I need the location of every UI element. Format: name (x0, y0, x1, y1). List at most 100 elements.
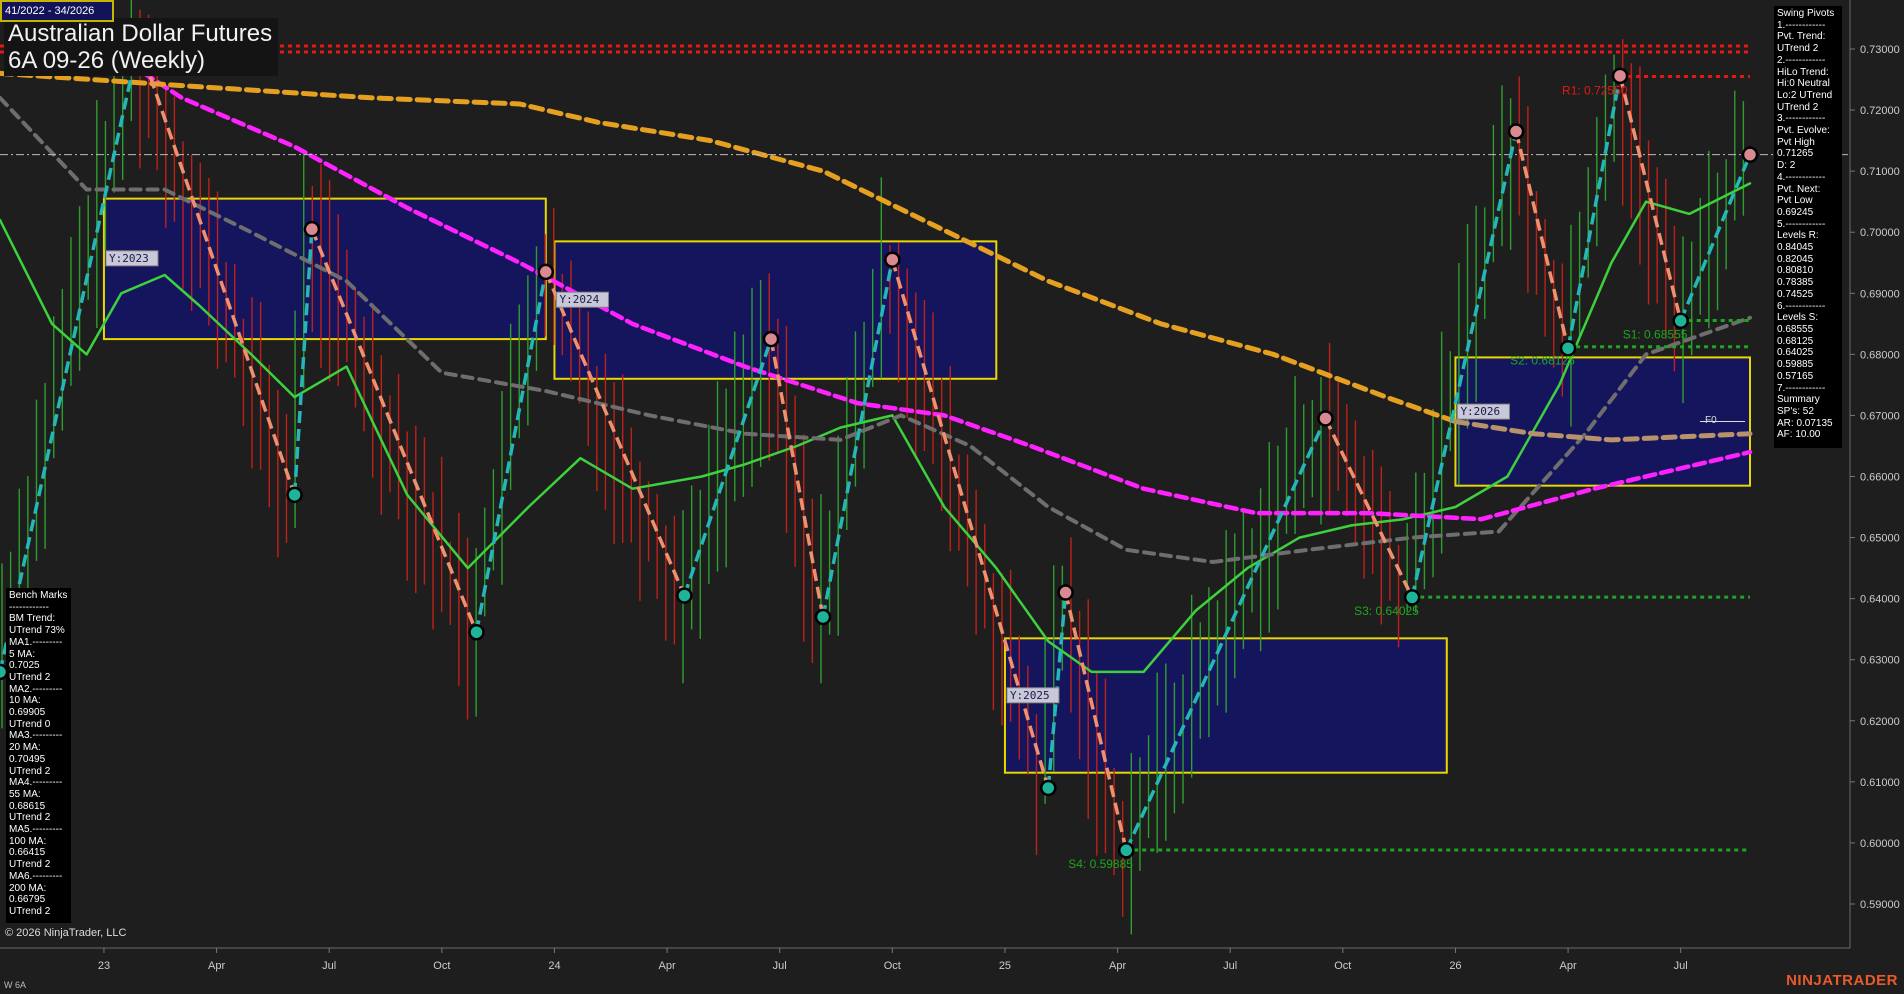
plot-background (0, 0, 1904, 994)
swing-panel-line: 0.71265 (1777, 148, 1814, 160)
y-tick-label: 0.73000 (1860, 44, 1900, 56)
swing-panel-line: 1.------------ (1777, 19, 1826, 31)
pivot-marker (1741, 146, 1759, 163)
y-tick-label: 0.66000 (1860, 472, 1900, 484)
level-label: S2: 0.68125 (1510, 354, 1575, 368)
bench-panel-line: 0.70495 (9, 753, 46, 765)
pivot-marker (303, 220, 321, 238)
swing-panel-line: Swing Pivots (1777, 8, 1835, 19)
bench-panel-line: 0.7025 (9, 660, 40, 672)
pivot-marker (814, 608, 832, 626)
swing-panel-line: UTrend 2 (1777, 43, 1819, 55)
level-label: S3: 0.64025 (1354, 604, 1419, 618)
pivot-marker (676, 587, 693, 604)
pivot-marker (1672, 312, 1689, 330)
swing-panel-line: Pvt. Evolve: (1777, 125, 1830, 137)
year-box-label: Y:2026 (1460, 405, 1500, 418)
swing-panel-line: AR: 0.07135 (1777, 417, 1833, 429)
x-tick-label: Apr (1560, 960, 1577, 972)
pivot-marker (1317, 410, 1334, 427)
x-tick-label: Jul (1674, 960, 1688, 972)
bench-panel-line: 20 MA: (9, 742, 41, 754)
y-tick-label: 0.63000 (1860, 655, 1900, 667)
year-box-label: Y:2025 (1010, 689, 1050, 702)
swing-panel-line: 0.64025 (1777, 347, 1814, 359)
swing-panel-line: 0.69245 (1777, 206, 1814, 218)
swing-panel-line: 7.------------ (1777, 382, 1826, 394)
swing-panel-line: 0.80810 (1777, 265, 1814, 277)
price-marker-label: F0 (1705, 415, 1717, 426)
y-tick-label: 0.60000 (1860, 838, 1900, 850)
swing-panel-line: 3.------------ (1777, 113, 1826, 125)
pivot-marker (1117, 842, 1135, 859)
swing-panel-line: 5.------------ (1777, 218, 1826, 230)
x-tick-label: Apr (659, 960, 676, 972)
x-tick-label: Oct (884, 960, 901, 972)
swing-panel-line: Lo:2 UTrend (1777, 89, 1833, 101)
pivot-marker (537, 263, 555, 281)
bench-panel-line: MA5.--------- (9, 824, 63, 836)
bench-panel-line: 0.66795 (9, 894, 46, 906)
bench-panel-line: MA1.--------- (9, 636, 63, 648)
pivot-marker (1507, 123, 1525, 140)
y-tick-label: 0.68000 (1860, 349, 1900, 361)
bench-panel-line: 10 MA: (9, 695, 41, 707)
swing-panel-line: 0.78385 (1777, 277, 1814, 289)
level-label: S4: 0.59885 (1068, 857, 1133, 871)
y-tick-label: 0.64000 (1860, 594, 1900, 606)
x-tick-label: Apr (208, 960, 225, 972)
copyright-text: © 2026 NinjaTrader, LLC (5, 927, 127, 939)
x-tick-label: Jul (773, 960, 787, 972)
chart-title: Australian Dollar Futures 6A 09-26 (Week… (4, 18, 279, 76)
swing-pivots-panel: Swing Pivots 1.------------ Pvt. Trend: UTr… (1774, 6, 1842, 448)
bench-panel-line: UTrend 2 (9, 765, 51, 777)
bench-panel-line: UTrend 73% (9, 625, 65, 637)
bench-panel-line: 0.69905 (9, 707, 46, 719)
level-label: S1: 0.68555 (1623, 327, 1688, 341)
swing-panel-line: Summary (1777, 394, 1820, 406)
bench-panel-line: MA3.--------- (9, 730, 63, 742)
year-box-label: Y:2024 (559, 293, 599, 306)
bench-panel-line: UTrend 2 (9, 671, 51, 683)
symbol-label: W 6A (4, 980, 27, 990)
swing-panel-line: HiLo Trend: (1777, 66, 1829, 78)
swing-panel-line: 0.68125 (1777, 335, 1814, 347)
swing-panel-line: 2.------------ (1777, 54, 1826, 66)
swing-panel-line: 0.74525 (1777, 288, 1814, 300)
swing-panel-line: 0.68555 (1777, 323, 1814, 335)
y-tick-label: 0.72000 (1860, 105, 1900, 117)
x-tick-label: Oct (1334, 960, 1351, 972)
pivot-marker (1611, 67, 1629, 85)
pivot-marker (1040, 779, 1057, 797)
contract-period: 6A 09-26 (Weekly) (8, 47, 205, 74)
x-tick-label: Jul (322, 960, 336, 972)
pivot-marker (1057, 584, 1074, 601)
bench-panel-line: MA2.--------- (9, 683, 63, 695)
bench-panel-line: 200 MA: (9, 882, 47, 894)
swing-panel-line: 6.------------ (1777, 300, 1826, 312)
x-tick-label: 23 (98, 960, 110, 972)
bench-panel-line: ------------ (9, 601, 49, 613)
y-tick-label: 0.67000 (1860, 410, 1900, 422)
level-label: R1: 0.72550 (1562, 83, 1628, 97)
bench-panel-line: MA6.--------- (9, 870, 63, 882)
price-chart[interactable]: F0 Y:2023 Y:2024 Y:2025 Y:2026 R1: 0.72550 S1:… (0, 0, 1904, 994)
swing-panel-line: SP's: 52 (1777, 405, 1814, 417)
date-range-badge[interactable]: 41/2022 - 34/2026 (0, 0, 114, 22)
pivot-marker (884, 251, 901, 268)
swing-panel-line: 4.------------ (1777, 171, 1826, 183)
bench-panel-line: 55 MA: (9, 788, 41, 800)
swing-panel-line: 0.57165 (1777, 370, 1814, 382)
bench-panel-line: 0.68615 (9, 800, 46, 812)
swing-panel-line: Pvt. Trend: (1777, 31, 1826, 43)
x-tick-label: Jul (1223, 960, 1237, 972)
swing-panel-line: Levels S: (1777, 312, 1819, 324)
y-tick-label: 0.71000 (1860, 166, 1900, 178)
year-box-label: Y:2023 (109, 252, 149, 265)
swing-panel-line: Pvt Low (1777, 195, 1813, 207)
bench-panel-line: UTrend 2 (9, 859, 51, 871)
brand-logo: NINJATRADER (1786, 972, 1898, 989)
swing-panel-line: 0.82045 (1777, 253, 1814, 265)
pivot-marker (1403, 589, 1421, 606)
bench-panel-line: BM Trend: (9, 613, 56, 625)
